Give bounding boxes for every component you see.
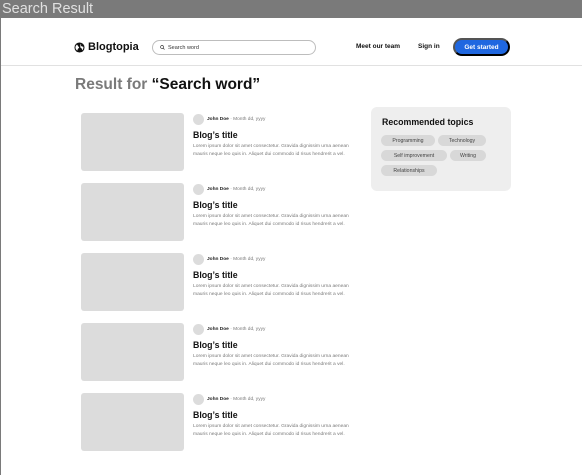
post-title[interactable]: Blog’s title [193, 410, 238, 421]
topic-chip[interactable]: Writing [450, 150, 486, 161]
search-input[interactable] [168, 42, 308, 53]
search-icon [160, 45, 165, 50]
topic-chip[interactable]: Technology [438, 135, 486, 146]
recommended-topics-panel: Recommended topics Programming Technolog… [371, 107, 511, 191]
post-card[interactable]: John Doe · Month dd, yyyy Blog’s title L… [81, 183, 351, 241]
meet-our-team-link[interactable]: Meet our team [356, 42, 400, 52]
post-date: Month dd, yyyy [233, 397, 266, 402]
post-title[interactable]: Blog’s title [193, 340, 238, 351]
results-search-term: “Search word” [151, 76, 261, 93]
post-author[interactable]: John Doe [207, 327, 229, 332]
author-avatar [193, 184, 204, 195]
post-author[interactable]: John Doe [207, 257, 229, 262]
brand-name: Blogtopia [88, 41, 139, 53]
post-date: Month dd, yyyy [233, 257, 266, 262]
results-heading: Result for “Search word” [75, 75, 260, 95]
site-header: Blogtopia Meet our team Sign in Get star… [1, 18, 582, 66]
post-meta: John Doe · Month dd, yyyy [207, 326, 265, 333]
post-excerpt: Lorem ipsum dolor sit amet consectetur. … [193, 214, 349, 227]
post-excerpt: Lorem ipsum dolor sit amet consectetur. … [193, 354, 349, 367]
browser-viewport: Blogtopia Meet our team Sign in Get star… [1, 18, 582, 475]
post-excerpt: Lorem ipsum dolor sit amet consectetur. … [193, 424, 349, 437]
topic-chip[interactable]: Relationships [381, 165, 437, 176]
post-title[interactable]: Blog’s title [193, 130, 238, 141]
post-date: Month dd, yyyy [233, 187, 266, 192]
post-thumbnail[interactable] [81, 393, 184, 451]
window-titlebar: Search Result [0, 0, 582, 18]
post-author[interactable]: John Doe [207, 187, 229, 192]
post-thumbnail[interactable] [81, 323, 184, 381]
post-card[interactable]: John Doe · Month dd, yyyy Blog’s title L… [81, 113, 351, 171]
author-avatar [193, 394, 204, 405]
globe-icon [74, 41, 85, 53]
topic-chip[interactable]: Programming [381, 135, 435, 146]
results-heading-prefix: Result for [75, 76, 148, 93]
search-bar[interactable] [152, 40, 316, 55]
post-date: Month dd, yyyy [233, 327, 266, 332]
post-author[interactable]: John Doe [207, 117, 229, 122]
post-meta: John Doe · Month dd, yyyy [207, 396, 265, 403]
topic-chip[interactable]: Self improvement [381, 150, 447, 161]
post-meta: John Doe · Month dd, yyyy [207, 186, 265, 193]
window-title: Search Result [2, 1, 94, 17]
author-avatar [193, 254, 204, 265]
post-date: Month dd, yyyy [233, 117, 266, 122]
post-excerpt: Lorem ipsum dolor sit amet consectetur. … [193, 144, 349, 157]
author-avatar [193, 114, 204, 125]
post-meta: John Doe · Month dd, yyyy [207, 256, 265, 263]
post-card[interactable]: John Doe · Month dd, yyyy Blog’s title L… [81, 393, 351, 451]
recommended-topics-title: Recommended topics [382, 117, 474, 127]
sign-in-link[interactable]: Sign in [418, 42, 440, 52]
post-author[interactable]: John Doe [207, 397, 229, 402]
post-thumbnail[interactable] [81, 183, 184, 241]
post-title[interactable]: Blog’s title [193, 200, 238, 211]
site-logo[interactable]: Blogtopia [74, 40, 139, 54]
post-card[interactable]: John Doe · Month dd, yyyy Blog’s title L… [81, 323, 351, 381]
post-thumbnail[interactable] [81, 253, 184, 311]
post-title[interactable]: Blog’s title [193, 270, 238, 281]
post-meta: John Doe · Month dd, yyyy [207, 116, 265, 123]
author-avatar [193, 324, 204, 335]
post-card[interactable]: John Doe · Month dd, yyyy Blog’s title L… [81, 253, 351, 311]
get-started-button[interactable]: Get started [453, 38, 510, 56]
post-thumbnail[interactable] [81, 113, 184, 171]
post-excerpt: Lorem ipsum dolor sit amet consectetur. … [193, 284, 349, 297]
